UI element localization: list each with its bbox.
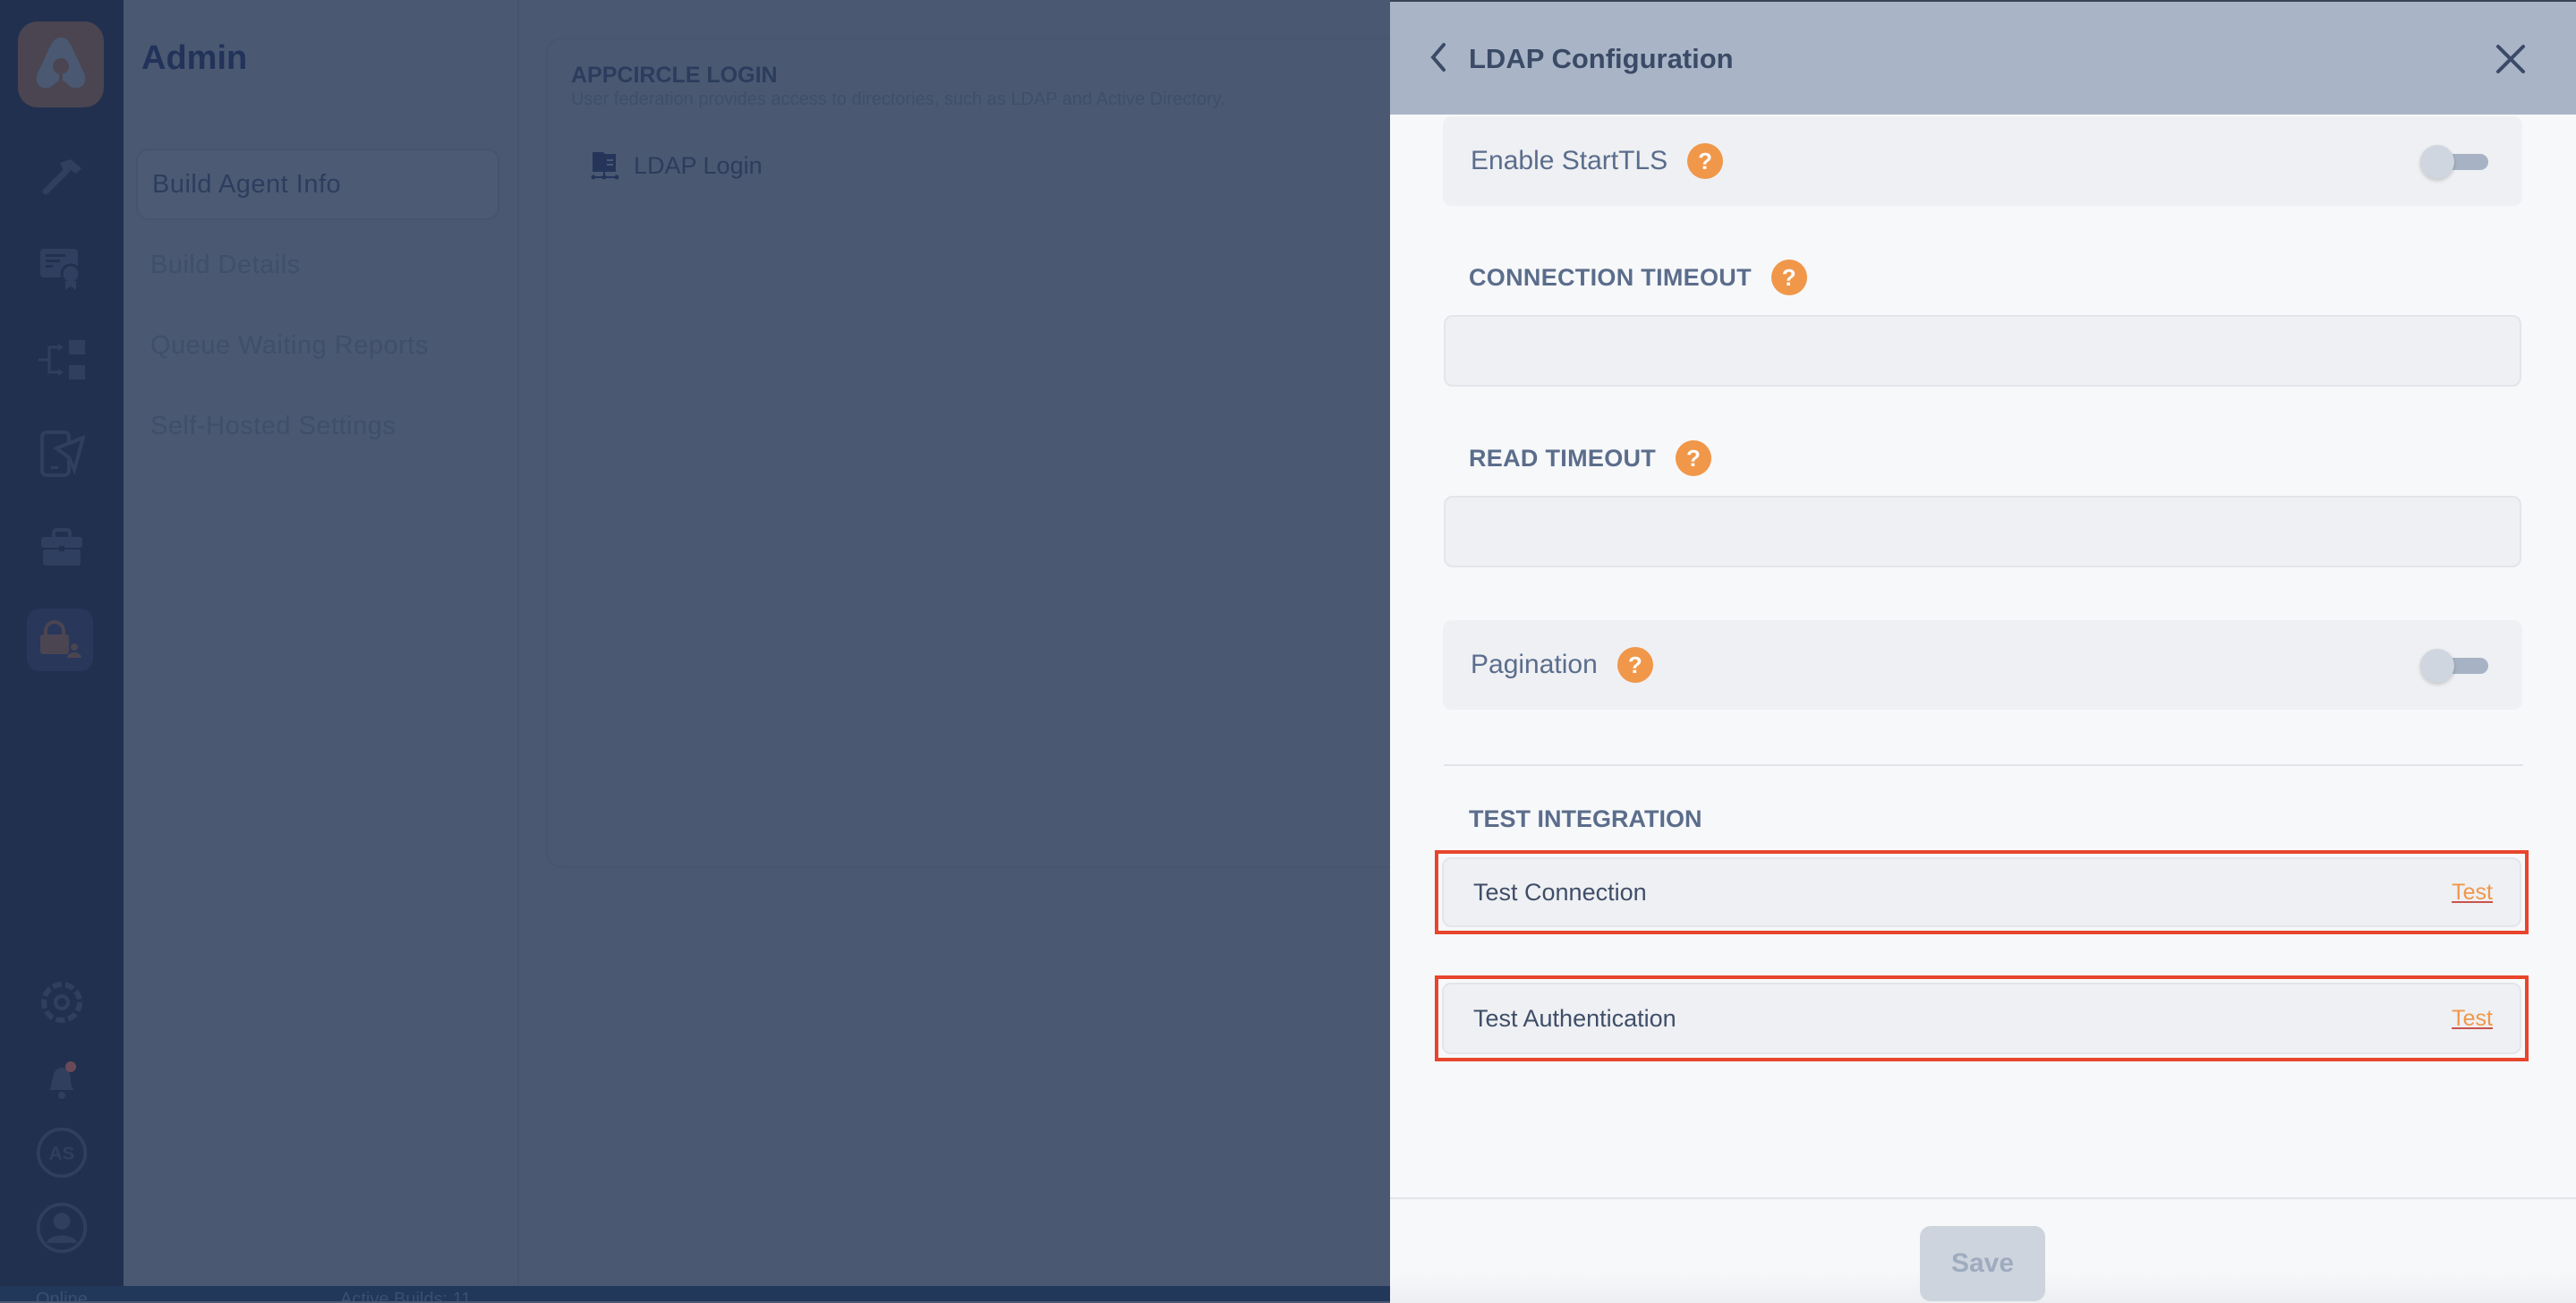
test-connection-label: Test Connection — [1473, 878, 1647, 906]
subnav-item-label: Build Details — [150, 250, 301, 279]
test-authentication-label: Test Authentication — [1473, 1004, 1676, 1032]
test-integration-title: TEST INTEGRATION — [1469, 805, 1702, 832]
subnav-item-self-hosted-settings[interactable]: Self-Hosted Settings — [136, 390, 499, 462]
back-button[interactable] — [1422, 39, 1454, 75]
subnav-item-label: Build Agent Info — [152, 169, 342, 199]
read-timeout-input[interactable] — [1444, 496, 2521, 567]
close-button[interactable] — [2493, 41, 2529, 77]
help-icon[interactable]: ? — [1676, 440, 1712, 476]
test-connection-button[interactable]: Test — [2452, 880, 2493, 906]
ldap-directory-icon — [591, 152, 619, 180]
chevron-left-icon — [1430, 43, 1446, 72]
test-authentication-highlight: Test Authentication Test — [1435, 975, 2529, 1061]
status-active-builds: Active Builds: 11 — [340, 1290, 472, 1301]
toggle-knob — [2420, 649, 2454, 683]
section-title: Admin — [141, 39, 248, 77]
subnav-item-build-details[interactable]: Build Details — [136, 229, 499, 301]
subnav-item-label: Self-Hosted Settings — [150, 411, 397, 440]
ldap-configuration-panel: LDAP Configuration Enable StartTLS ? CON… — [1390, 0, 2576, 1303]
ldap-login-label: LDAP Login — [634, 151, 763, 179]
status-bar: Online Active Builds: 11 — [0, 1286, 1390, 1301]
admin-lock-icon[interactable] — [27, 609, 93, 671]
organization-avatar[interactable]: AS — [35, 1126, 89, 1180]
test-authentication-row: Test Authentication Test — [1442, 983, 2521, 1054]
main-content: APPCIRCLE LOGIN User federation provides… — [519, 0, 1405, 1286]
connection-timeout-input[interactable] — [1444, 315, 2521, 387]
notification-bell-icon[interactable] — [35, 1052, 89, 1106]
read-timeout-label: READ TIMEOUT ? — [1469, 440, 1712, 476]
help-lifebuoy-icon[interactable] — [35, 975, 89, 1029]
subnav-item-queue-waiting-reports[interactable]: Queue Waiting Reports — [136, 310, 499, 381]
status-online: Online — [36, 1290, 88, 1301]
test-connection-highlight: Test Connection Test — [1435, 850, 2529, 934]
test-connection-row: Test Connection Test — [1442, 857, 2521, 927]
testing-distribution-icon[interactable] — [35, 428, 89, 481]
close-icon — [2496, 45, 2525, 73]
user-profile-icon[interactable] — [35, 1201, 89, 1255]
help-icon[interactable]: ? — [1616, 647, 1653, 683]
appcircle-logo[interactable] — [18, 21, 104, 107]
connection-timeout-label-text: CONNECTION TIMEOUT — [1469, 263, 1752, 291]
signing-identities-icon[interactable] — [35, 242, 89, 295]
distribution-flow-icon[interactable] — [35, 335, 89, 388]
card-title: APPCIRCLE LOGIN — [571, 63, 778, 88]
help-icon[interactable]: ? — [1770, 260, 1807, 295]
enable-starttls-label: Enable StartTLS — [1471, 146, 1668, 175]
test-authentication-button[interactable]: Test — [2452, 1006, 2493, 1032]
read-timeout-label-text: READ TIMEOUT — [1469, 444, 1657, 472]
appcircle-login-card: APPCIRCLE LOGIN User federation provides… — [546, 38, 1405, 868]
pagination-toggle[interactable] — [2420, 649, 2492, 683]
subnav-item-build-agent-info[interactable]: Build Agent Info — [136, 149, 499, 220]
connection-timeout-label: CONNECTION TIMEOUT ? — [1469, 260, 1807, 295]
enable-starttls-toggle[interactable] — [2420, 145, 2492, 179]
pagination-label: Pagination — [1471, 650, 1598, 679]
admin-subnav: Admin Build Agent Info Build Details Que… — [124, 0, 519, 1286]
help-icon[interactable]: ? — [1687, 143, 1724, 179]
panel-title: LDAP Configuration — [1469, 43, 1734, 74]
ldap-login-item[interactable]: LDAP Login — [591, 150, 763, 181]
panel-header: LDAP Configuration — [1390, 0, 2576, 115]
build-hammer-icon[interactable] — [35, 149, 89, 202]
toggle-knob — [2420, 145, 2454, 179]
subnav-item-label: Queue Waiting Reports — [150, 330, 429, 360]
icon-rail: AS — [0, 0, 124, 1286]
org-initials: AS — [49, 1144, 75, 1164]
enterprise-store-icon[interactable] — [35, 521, 89, 575]
section-divider — [1444, 764, 2523, 766]
pagination-row: Pagination ? — [1443, 620, 2522, 710]
card-subtitle: User federation provides access to direc… — [571, 89, 1225, 109]
enable-starttls-row: Enable StartTLS ? — [1443, 116, 2522, 206]
save-button[interactable]: Save — [1920, 1226, 2045, 1301]
panel-footer: Save — [1390, 1197, 2576, 1303]
